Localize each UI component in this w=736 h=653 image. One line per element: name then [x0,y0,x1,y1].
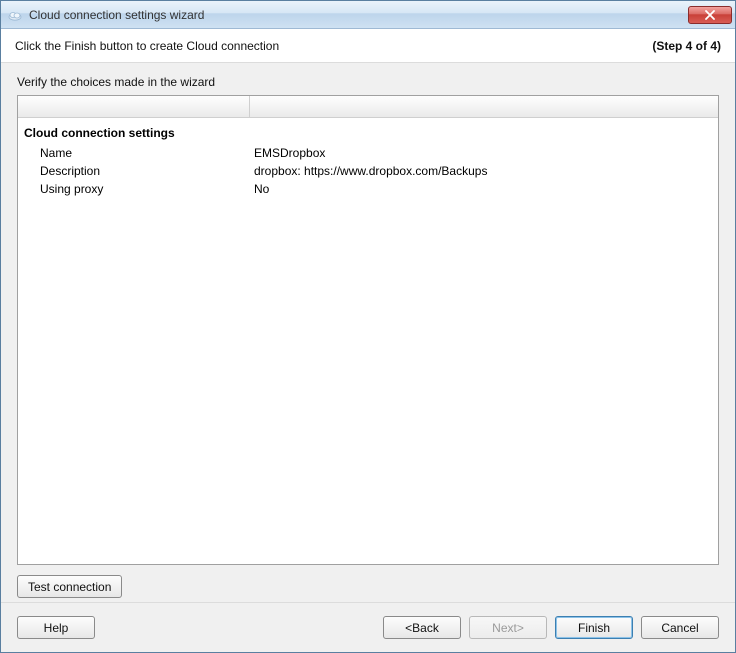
summary-row-description: Description dropbox: https://www.dropbox… [18,162,718,180]
cancel-button[interactable]: Cancel [641,616,719,639]
wizard-window: Cloud connection settings wizard Click t… [0,0,736,653]
next-button: Next> [469,616,547,639]
row-label: Description [18,163,250,179]
test-connection-row: Test connection [17,565,719,598]
header-step: (Step 4 of 4) [652,39,721,53]
summary-row-proxy: Using proxy No [18,180,718,198]
content-area: Verify the choices made in the wizard Cl… [1,63,735,602]
row-label: Name [18,145,250,161]
verify-label: Verify the choices made in the wizard [17,75,719,89]
test-connection-button[interactable]: Test connection [17,575,122,598]
help-button[interactable]: Help [17,616,95,639]
row-label: Using proxy [18,181,250,197]
header-instruction: Click the Finish button to create Cloud … [15,39,652,53]
titlebar: Cloud connection settings wizard [1,1,735,29]
summary-row-name: Name EMSDropbox [18,144,718,162]
summary-header [18,96,718,118]
footer: Help <Back Next> Finish Cancel [1,602,735,652]
summary-header-col1 [18,96,250,117]
back-button[interactable]: <Back [383,616,461,639]
row-value: No [250,181,718,197]
row-value: EMSDropbox [250,145,718,161]
close-button[interactable] [688,6,732,24]
summary-body: Cloud connection settings Name EMSDropbo… [18,118,718,564]
header-strip: Click the Finish button to create Cloud … [1,29,735,63]
summary-header-col2 [250,96,718,117]
row-value: dropbox: https://www.dropbox.com/Backups [250,163,718,179]
cloud-icon [7,7,23,23]
summary-box: Cloud connection settings Name EMSDropbo… [17,95,719,565]
window-title: Cloud connection settings wizard [29,8,688,22]
section-title: Cloud connection settings [18,124,718,144]
finish-button[interactable]: Finish [555,616,633,639]
